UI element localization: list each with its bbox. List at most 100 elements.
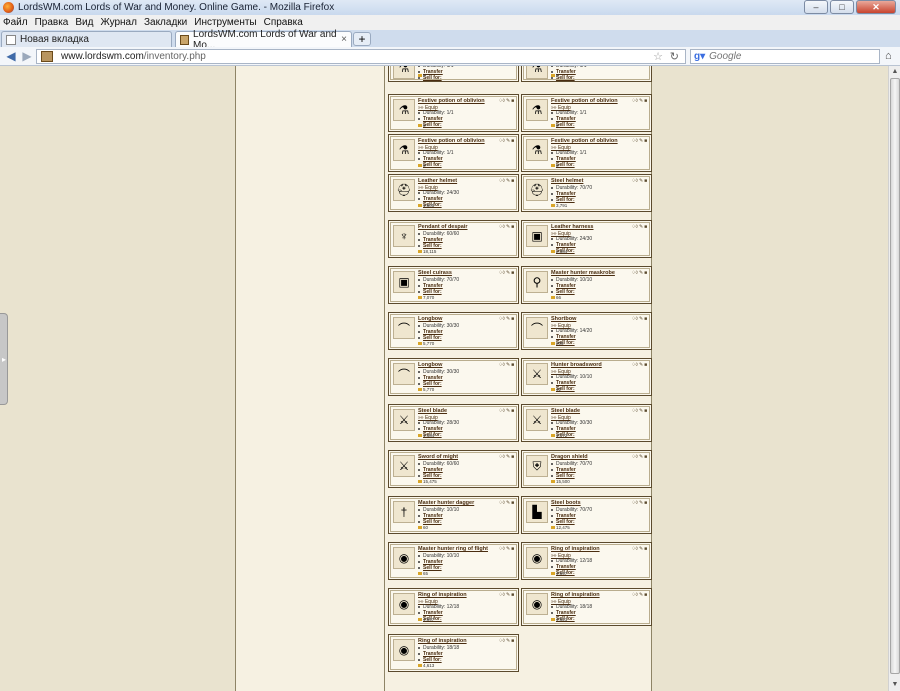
transfer-link[interactable]: Transfer bbox=[556, 610, 576, 616]
sidebar-grip[interactable]: ▸ bbox=[0, 313, 8, 405]
armor-icon[interactable]: ▣ bbox=[526, 225, 548, 247]
item-actions-icon[interactable]: ♢◊ ✎ ■ bbox=[498, 546, 514, 552]
potion-icon[interactable]: ⚗ bbox=[393, 66, 415, 79]
tab-new-tab[interactable]: Новая вкладка bbox=[1, 31, 172, 47]
item-actions-icon[interactable]: ♢◊ ✎ ■ bbox=[498, 592, 514, 598]
item-actions-icon[interactable]: ♢◊ ✎ ■ bbox=[498, 224, 514, 230]
bow-icon[interactable]: ⌒ bbox=[526, 317, 548, 339]
potion-icon[interactable]: ⚗ bbox=[526, 66, 548, 79]
pendant-icon[interactable]: ♆ bbox=[393, 225, 415, 247]
item-actions-icon[interactable]: ♢◊ ✎ ■ bbox=[631, 138, 647, 144]
scrollbar-thumb[interactable] bbox=[890, 78, 900, 674]
item-actions-icon[interactable]: ♢◊ ✎ ■ bbox=[631, 178, 647, 184]
transfer-link[interactable]: Transfer bbox=[556, 242, 576, 248]
vertical-scrollbar[interactable]: ▲ ▼ bbox=[888, 66, 900, 691]
item-name[interactable]: Shortbow bbox=[551, 316, 576, 322]
item-actions-icon[interactable]: ♢◊ ✎ ■ bbox=[498, 638, 514, 644]
item-actions-icon[interactable]: ♢◊ ✎ ■ bbox=[498, 362, 514, 368]
shield-icon[interactable]: ⛨ bbox=[526, 455, 548, 477]
item-name[interactable]: Steel blade bbox=[418, 408, 447, 414]
menu-tools[interactable]: Инструменты bbox=[194, 17, 256, 28]
potion-icon[interactable]: ⚗ bbox=[526, 99, 548, 121]
item-name[interactable]: Master hunter dagger bbox=[418, 500, 474, 506]
scroll-up-icon[interactable]: ▲ bbox=[890, 67, 900, 77]
transfer-link[interactable]: Transfer bbox=[423, 116, 443, 122]
item-name[interactable]: Festive potion of oblivion bbox=[551, 98, 618, 104]
address-bar[interactable]: www.lordswm.com/inventory.php ☆ ↻ bbox=[36, 49, 686, 64]
item-actions-icon[interactable]: ♢◊ ✎ ■ bbox=[631, 592, 647, 598]
item-name[interactable]: Master hunter ring of flight bbox=[418, 546, 488, 552]
reload-icon[interactable]: ↻ bbox=[670, 50, 679, 63]
item-actions-icon[interactable]: ♢◊ ✎ ■ bbox=[498, 98, 514, 104]
item-name[interactable]: Ring of inspiration bbox=[418, 592, 467, 598]
sword-icon[interactable]: ⚔ bbox=[393, 409, 415, 431]
sword-icon[interactable]: ⚔ bbox=[526, 363, 548, 385]
back-icon[interactable]: ◀ bbox=[4, 50, 18, 63]
item-name[interactable]: Ring of inspiration bbox=[418, 638, 467, 644]
item-name[interactable]: Ring of inspiration bbox=[551, 592, 600, 598]
item-actions-icon[interactable]: ♢◊ ✎ ■ bbox=[631, 454, 647, 460]
ring-icon[interactable]: ◉ bbox=[393, 593, 415, 615]
item-name[interactable]: Longbow bbox=[418, 362, 442, 368]
ring-icon[interactable]: ◉ bbox=[526, 547, 548, 569]
menu-history[interactable]: Журнал bbox=[100, 17, 137, 28]
armor-icon[interactable]: ▣ bbox=[393, 271, 415, 293]
item-actions-icon[interactable]: ♢◊ ✎ ■ bbox=[631, 270, 647, 276]
item-name[interactable]: Steel boots bbox=[551, 500, 581, 506]
sword-icon[interactable]: ⚔ bbox=[393, 455, 415, 477]
item-name[interactable]: Steel cuirass bbox=[418, 270, 452, 276]
new-tab-button[interactable]: + bbox=[353, 32, 371, 46]
item-actions-icon[interactable]: ♢◊ ✎ ■ bbox=[498, 408, 514, 414]
transfer-link[interactable]: Transfer bbox=[556, 426, 576, 432]
transfer-link[interactable]: Transfer bbox=[423, 513, 443, 519]
helmet-icon[interactable]: ⛑ bbox=[393, 179, 415, 201]
transfer-link[interactable]: Transfer bbox=[423, 651, 443, 657]
menu-bookmarks[interactable]: Закладки bbox=[144, 17, 187, 28]
transfer-link[interactable]: Transfer bbox=[423, 610, 443, 616]
item-name[interactable]: Leather helmet bbox=[418, 178, 457, 184]
potion-icon[interactable]: ⚗ bbox=[526, 139, 548, 161]
ring-icon[interactable]: ◉ bbox=[526, 593, 548, 615]
transfer-link[interactable]: Transfer bbox=[556, 156, 576, 162]
item-actions-icon[interactable]: ♢◊ ✎ ■ bbox=[498, 316, 514, 322]
item-actions-icon[interactable]: ♢◊ ✎ ■ bbox=[631, 362, 647, 368]
tab-close-icon[interactable]: × bbox=[341, 34, 347, 45]
ring-icon[interactable]: ◉ bbox=[393, 639, 415, 661]
scroll-down-icon[interactable]: ▼ bbox=[890, 680, 900, 690]
item-name[interactable]: Pendant of despair bbox=[418, 224, 468, 230]
item-name[interactable]: Festive potion of oblivion bbox=[551, 138, 618, 144]
transfer-link[interactable]: Transfer bbox=[556, 116, 576, 122]
transfer-link[interactable]: Transfer bbox=[423, 196, 443, 202]
item-name[interactable]: Longbow bbox=[418, 316, 442, 322]
close-icon[interactable]: ✕ bbox=[856, 0, 896, 14]
item-actions-icon[interactable]: ♢◊ ✎ ■ bbox=[631, 98, 647, 104]
transfer-link[interactable]: Transfer bbox=[423, 375, 443, 381]
item-name[interactable]: Master hunter maskrobe bbox=[551, 270, 615, 276]
helmet-icon[interactable]: ⛑ bbox=[526, 179, 548, 201]
forward-icon[interactable]: ▶ bbox=[20, 50, 34, 63]
transfer-link[interactable]: Transfer bbox=[556, 467, 576, 473]
sword-icon[interactable]: ⚔ bbox=[526, 409, 548, 431]
item-name[interactable]: Ring of inspiration bbox=[551, 546, 600, 552]
transfer-link[interactable]: Transfer bbox=[556, 513, 576, 519]
item-actions-icon[interactable]: ♢◊ ✎ ■ bbox=[498, 500, 514, 506]
minimize-icon[interactable]: – bbox=[804, 0, 828, 14]
ring-icon[interactable]: ◉ bbox=[393, 547, 415, 569]
transfer-link[interactable]: Transfer bbox=[423, 426, 443, 432]
transfer-link[interactable]: Transfer bbox=[556, 334, 576, 340]
dagger-icon[interactable]: † bbox=[393, 501, 415, 523]
transfer-link[interactable]: Transfer bbox=[423, 467, 443, 473]
bow-icon[interactable]: ⌒ bbox=[393, 363, 415, 385]
item-name[interactable]: Dragon shield bbox=[551, 454, 588, 460]
transfer-link[interactable]: Transfer bbox=[556, 564, 576, 570]
boots-icon[interactable]: ▙ bbox=[526, 501, 548, 523]
menu-file[interactable]: Файл bbox=[3, 17, 28, 28]
google-icon[interactable]: g▾ bbox=[694, 51, 705, 62]
transfer-link[interactable]: Transfer bbox=[556, 283, 576, 289]
item-actions-icon[interactable]: ♢◊ ✎ ■ bbox=[498, 138, 514, 144]
menu-help[interactable]: Справка bbox=[264, 17, 303, 28]
transfer-link[interactable]: Transfer bbox=[556, 380, 576, 386]
menu-view[interactable]: Вид bbox=[75, 17, 93, 28]
item-actions-icon[interactable]: ♢◊ ✎ ■ bbox=[631, 500, 647, 506]
item-actions-icon[interactable]: ♢◊ ✎ ■ bbox=[498, 178, 514, 184]
